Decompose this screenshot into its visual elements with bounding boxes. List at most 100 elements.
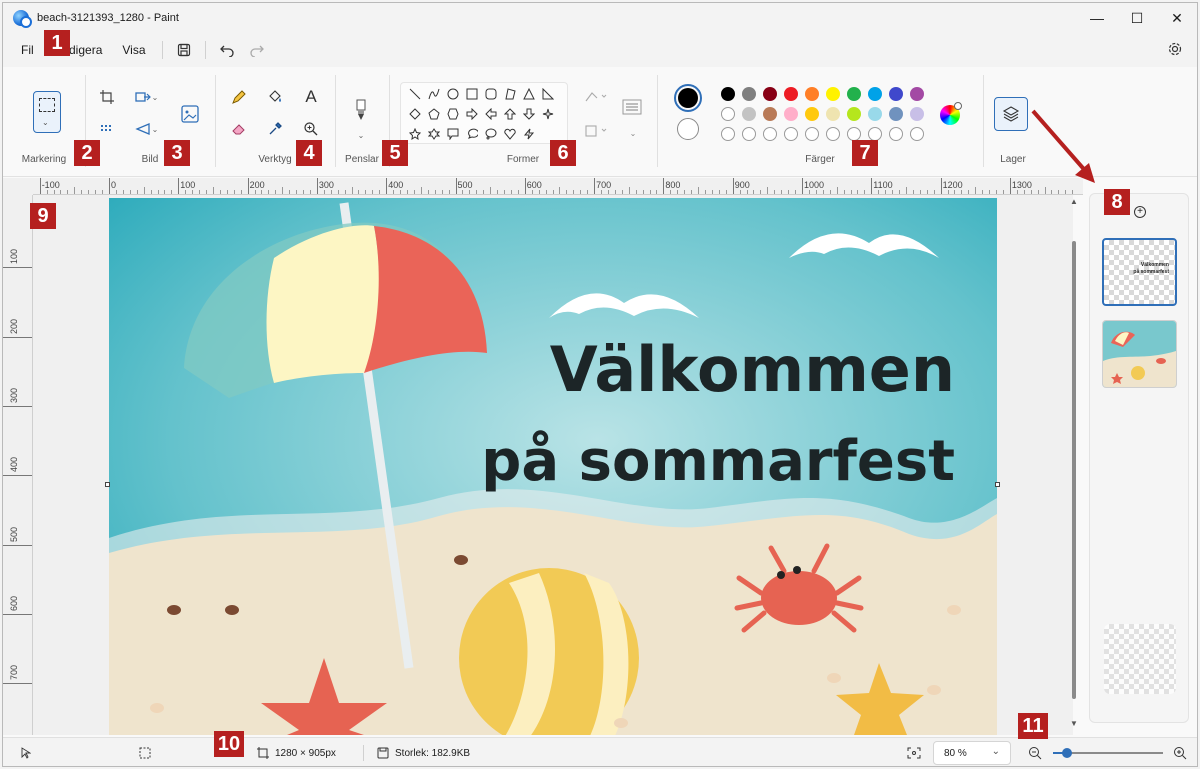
color-swatch[interactable]: [868, 107, 882, 121]
canvas-workspace[interactable]: Välkommen på sommarfest: [33, 195, 1073, 735]
rectangle-shape-icon[interactable]: [462, 84, 481, 104]
color-swatch[interactable]: [889, 127, 903, 141]
primary-color-swatch[interactable]: [674, 84, 702, 112]
color-swatch[interactable]: [868, 127, 882, 141]
scrollbar-thumb[interactable]: [1072, 241, 1076, 699]
layer-thumbnail-text[interactable]: Välkommen på sommarfest: [1102, 238, 1177, 306]
text-tool-icon[interactable]: A: [299, 85, 323, 109]
eraser-icon[interactable]: [227, 117, 251, 141]
ruler-tick-label: 900: [734, 180, 750, 190]
rect-callout-shape-icon[interactable]: [443, 124, 462, 144]
color-swatch[interactable]: [805, 87, 819, 101]
chevron-down-icon[interactable]: ⌄: [149, 85, 161, 109]
canvas-resize-handle-right[interactable]: [995, 482, 1000, 487]
color-swatch[interactable]: [889, 107, 903, 121]
zoom-slider[interactable]: [1053, 748, 1163, 758]
color-swatch[interactable]: [784, 87, 798, 101]
color-swatch[interactable]: [721, 127, 735, 141]
scroll-down-arrow-icon[interactable]: ▼: [1070, 719, 1078, 728]
down-arrow-shape-icon[interactable]: [519, 104, 538, 124]
color-swatch[interactable]: [742, 87, 756, 101]
left-arrow-shape-icon[interactable]: [481, 104, 500, 124]
lightning-shape-icon[interactable]: [519, 124, 538, 144]
oval-shape-icon[interactable]: [443, 84, 462, 104]
color-swatch[interactable]: [847, 127, 861, 141]
zoom-slider-knob[interactable]: [1062, 748, 1073, 758]
zoom-in-icon[interactable]: [1173, 738, 1187, 766]
color-swatch[interactable]: [868, 87, 882, 101]
pencil-icon[interactable]: [227, 85, 251, 109]
right-arrow-shape-icon[interactable]: [462, 104, 481, 124]
pentagon-shape-icon[interactable]: [424, 104, 443, 124]
chevron-down-icon[interactable]: ⌄: [149, 117, 161, 141]
chevron-down-icon[interactable]: ⌄: [349, 123, 373, 147]
size-icon[interactable]: [621, 95, 643, 119]
up-arrow-shape-icon[interactable]: [500, 104, 519, 124]
color-wheel-icon[interactable]: [940, 102, 962, 125]
color-swatch[interactable]: [826, 127, 840, 141]
color-swatch[interactable]: [826, 87, 840, 101]
minimize-button[interactable]: —: [1077, 3, 1117, 33]
color-swatch[interactable]: [910, 127, 924, 141]
color-swatch[interactable]: [847, 87, 861, 101]
polygon-shape-icon[interactable]: [500, 84, 519, 104]
redo-icon[interactable]: [242, 36, 272, 64]
vertical-scrollbar[interactable]: ▲ ▼: [1069, 195, 1081, 735]
selection-tool-button[interactable]: ⌄: [33, 91, 61, 133]
color-swatch[interactable]: [742, 127, 756, 141]
color-swatch[interactable]: [721, 87, 735, 101]
crop-icon[interactable]: [95, 85, 119, 109]
oval-callout-shape-icon[interactable]: [462, 124, 481, 144]
menu-file[interactable]: Fil: [11, 43, 44, 57]
close-button[interactable]: ✕: [1157, 3, 1197, 33]
color-swatch[interactable]: [721, 107, 735, 121]
color-swatch[interactable]: [784, 107, 798, 121]
shape-outline-icon[interactable]: [581, 85, 611, 109]
settings-gear-icon[interactable]: [1167, 41, 1183, 60]
save-icon[interactable]: [169, 36, 199, 64]
secondary-color-swatch[interactable]: [677, 118, 699, 140]
triangle-shape-icon[interactable]: [519, 84, 538, 104]
color-swatch[interactable]: [784, 127, 798, 141]
fill-bucket-icon[interactable]: [263, 85, 287, 109]
select-all-icon[interactable]: [95, 117, 119, 141]
chevron-down-icon[interactable]: ⌄: [621, 121, 645, 145]
line-shape-icon[interactable]: [405, 84, 424, 104]
hexagon-shape-icon[interactable]: [443, 104, 462, 124]
color-swatch[interactable]: [742, 107, 756, 121]
color-swatch[interactable]: [847, 107, 861, 121]
fit-to-window-icon[interactable]: [907, 738, 921, 766]
zoom-level-select[interactable]: 80 % ⌄: [933, 741, 1011, 765]
brush-icon[interactable]: [349, 95, 373, 125]
scroll-up-arrow-icon[interactable]: ▲: [1070, 197, 1078, 206]
right-triangle-shape-icon[interactable]: [538, 84, 557, 104]
heart-shape-icon[interactable]: [500, 124, 519, 144]
add-layer-icon[interactable]: +: [1134, 206, 1146, 218]
undo-icon[interactable]: [212, 36, 242, 64]
canvas-resize-handle-left[interactable]: [105, 482, 110, 487]
magnifier-icon[interactable]: [299, 117, 323, 141]
color-swatch[interactable]: [805, 107, 819, 121]
color-swatch[interactable]: [763, 127, 777, 141]
color-swatch[interactable]: [826, 107, 840, 121]
color-swatch[interactable]: [910, 107, 924, 121]
menu-view[interactable]: Visa: [112, 43, 155, 57]
layer-thumbnail-background[interactable]: [1102, 320, 1177, 388]
color-picker-icon[interactable]: [263, 117, 287, 141]
drawing-canvas[interactable]: Välkommen på sommarfest: [109, 198, 997, 735]
four-point-star-shape-icon[interactable]: [538, 104, 557, 124]
cloud-callout-shape-icon[interactable]: [481, 124, 500, 144]
rounded-rect-shape-icon[interactable]: [481, 84, 500, 104]
image-transform-icon[interactable]: [177, 101, 203, 127]
color-swatch[interactable]: [763, 87, 777, 101]
maximize-button[interactable]: ☐: [1117, 3, 1157, 33]
color-swatch[interactable]: [763, 107, 777, 121]
color-swatch[interactable]: [910, 87, 924, 101]
zoom-out-icon[interactable]: [1028, 738, 1042, 766]
shape-fill-icon[interactable]: [581, 119, 611, 143]
six-point-star-shape-icon[interactable]: [424, 124, 443, 144]
curve-shape-icon[interactable]: [424, 84, 443, 104]
color-swatch[interactable]: [805, 127, 819, 141]
diamond-shape-icon[interactable]: [405, 104, 424, 124]
color-swatch[interactable]: [889, 87, 903, 101]
